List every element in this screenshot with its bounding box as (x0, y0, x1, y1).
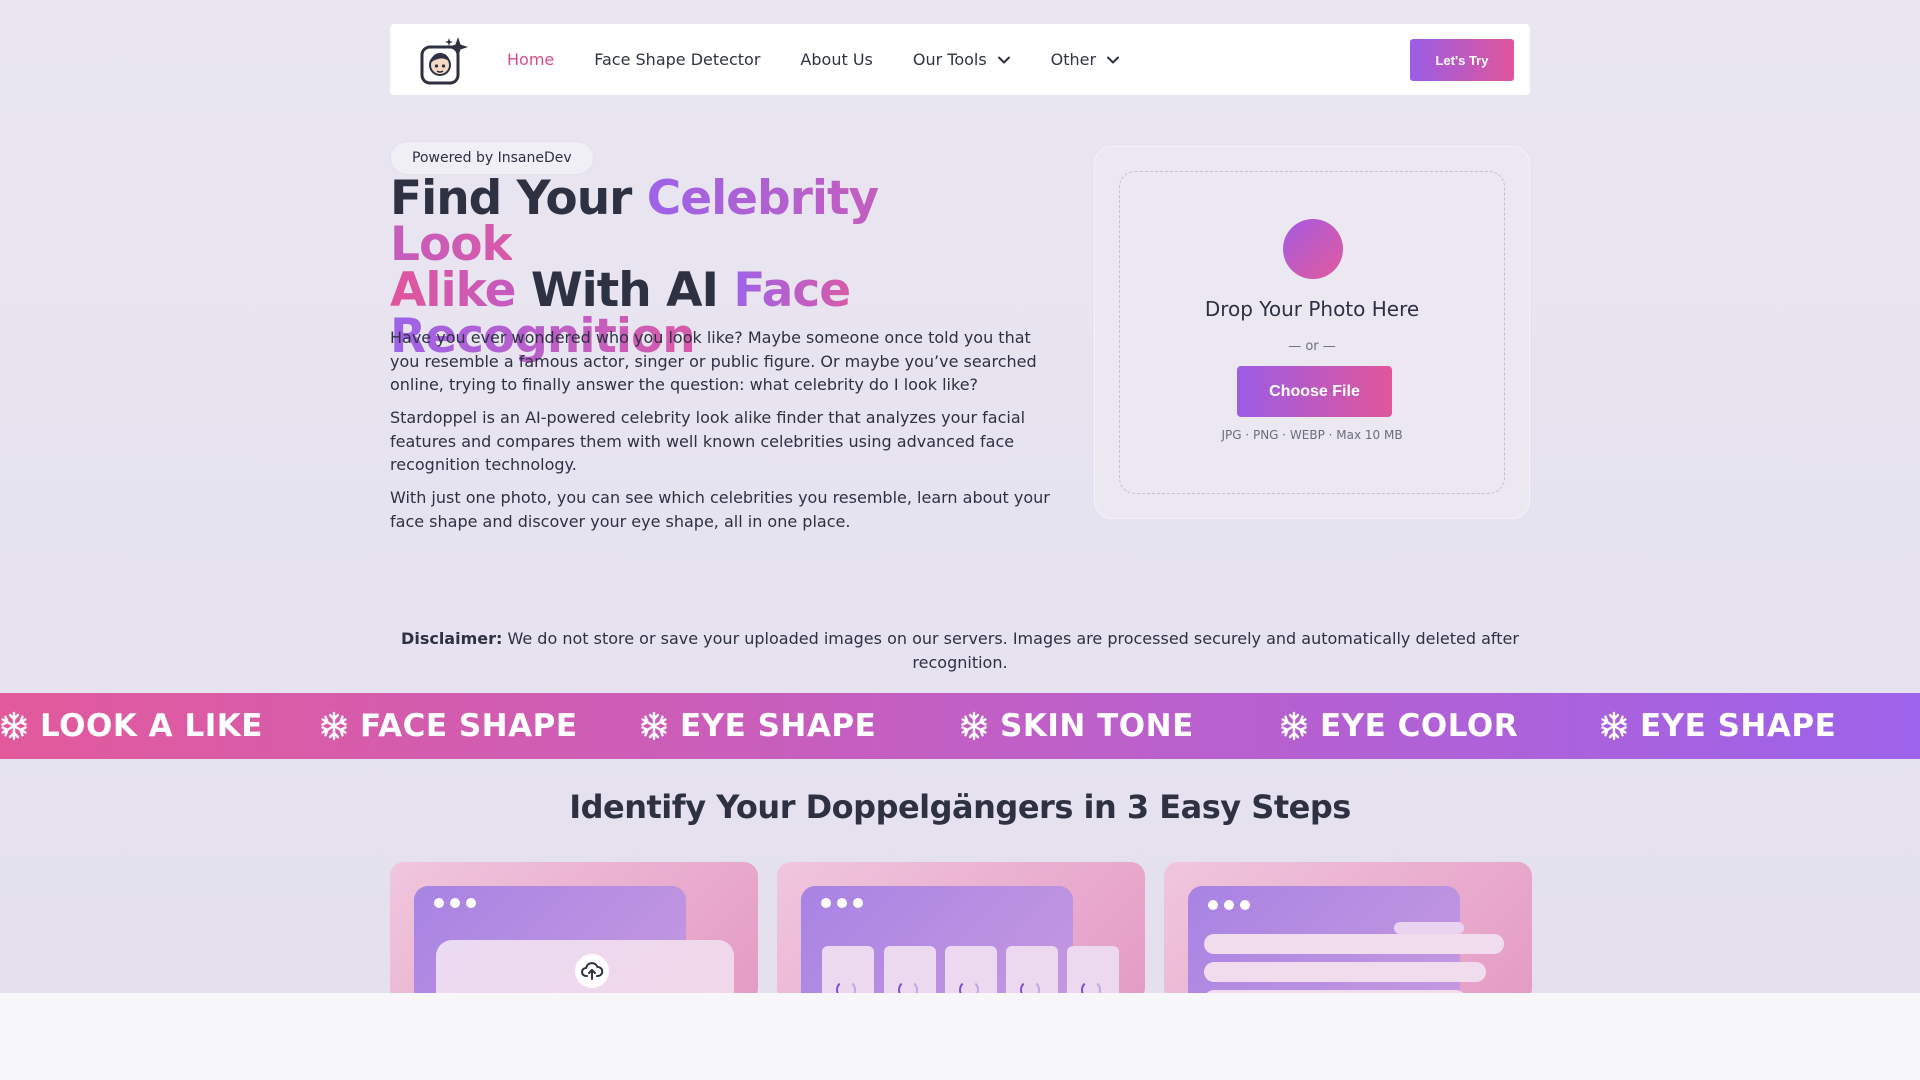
dropzone-title: Drop Your Photo Here (1204, 297, 1420, 321)
choose-file-button[interactable]: Choose File (1237, 366, 1392, 417)
nav-link-label: Our Tools (912, 50, 987, 69)
step-card-upload (390, 862, 758, 993)
dropzone-or-separator: — or — (1288, 339, 1336, 354)
loading-spinner-icon (1020, 980, 1040, 993)
face-sparkle-logo-icon[interactable] (418, 35, 470, 87)
marquee-item: EYE COLOR (1279, 693, 1518, 759)
marquee-item: EYE SHAPE (1599, 693, 1836, 759)
marquee-item: LOOK A LIKE (0, 693, 263, 759)
nav-link-face-shape-detector[interactable]: Face Shape Detector (594, 50, 760, 69)
marquee-label: EYE SHAPE (1640, 708, 1837, 744)
mock-result-column (1067, 946, 1119, 993)
disclaimer-label: Disclaimer: (401, 629, 503, 648)
nav-link-home[interactable]: Home (507, 50, 554, 69)
mock-result-column (884, 946, 936, 993)
chevron-down-icon (997, 56, 1010, 63)
mock-result-column (822, 946, 874, 993)
powered-by-badge: Powered by InsaneDev (390, 141, 594, 175)
nav-link-about-us[interactable]: About Us (800, 50, 872, 69)
chevron-down-icon (1107, 56, 1120, 63)
marquee-label: FACE SHAPE (360, 708, 578, 744)
marquee-label: LOOK A LIKE (40, 708, 263, 744)
page-bottom-area (0, 993, 1920, 1080)
cloud-upload-icon (575, 954, 609, 988)
steps-section-title: Identify Your Doppelgängers in 3 Easy St… (569, 788, 1351, 826)
snowflake-icon (961, 711, 987, 741)
nav-link-other[interactable]: Other (1051, 50, 1120, 69)
upload-card: Drop Your Photo Here — or — Choose File … (1094, 146, 1530, 519)
lets-try-button[interactable]: Let's Try (1410, 39, 1514, 81)
photo-dropzone[interactable]: Drop Your Photo Here — or — Choose File … (1119, 171, 1505, 494)
mock-upload-pane (436, 940, 734, 993)
snowflake-icon (321, 711, 347, 741)
mock-result-column (945, 946, 997, 993)
marquee-item: FACE SHAPE (319, 693, 578, 759)
nav-link-label: Home (507, 50, 555, 69)
nav-link-label: About Us (800, 50, 873, 69)
navbar: Home Face Shape Detector About Us Our To… (390, 24, 1530, 95)
badge-label: Powered by InsaneDev (412, 150, 572, 166)
step-card-analyze (777, 862, 1145, 993)
marquee-item: SKIN TONE (959, 693, 1194, 759)
feature-marquee: LOOK A LIKE FACE SHAPE EYE SHAPE SKIN TO… (0, 693, 1920, 759)
nav-link-our-tools[interactable]: Our Tools (913, 50, 1011, 69)
step-card-results (1164, 862, 1532, 993)
mock-result-bar (1204, 962, 1486, 982)
hero-paragraph: With just one photo, you can see which c… (390, 488, 1050, 531)
window-dots (821, 898, 869, 908)
file-format-hint: JPG · PNG · WEBP · Max 10 MB (1221, 428, 1403, 442)
snowflake-icon (1, 711, 27, 741)
disclaimer-text: We do not store or save your uploaded im… (502, 629, 1519, 672)
window-dots (1208, 900, 1256, 910)
mock-result-column (1006, 946, 1058, 993)
snowflake-icon (1281, 711, 1307, 741)
hero-paragraph: Stardoppel is an AI-powered celebrity lo… (390, 408, 1026, 474)
nav-links: Home Face Shape Detector About Us Our To… (507, 24, 1160, 95)
mock-result-bar (1204, 934, 1504, 954)
hero-title-highlight: Face (733, 263, 851, 318)
mock-header-pill (1394, 922, 1464, 934)
page: Home Face Shape Detector About Us Our To… (0, 0, 1920, 993)
snowflake-icon (1601, 711, 1627, 741)
disclaimer: Disclaimer: We do not store or save your… (390, 627, 1530, 674)
loading-spinner-icon (959, 980, 979, 993)
loading-spinner-icon (836, 980, 856, 993)
snowflake-icon (641, 711, 667, 741)
upload-circle-icon (1283, 219, 1343, 279)
marquee-label: SKIN TONE (1000, 708, 1194, 744)
window-dots (434, 898, 482, 908)
loading-spinner-icon (898, 980, 918, 993)
marquee-label: EYE SHAPE (680, 708, 877, 744)
hero-paragraph: Have you ever wondered who you look like… (390, 328, 1037, 394)
nav-link-label: Face Shape Detector (594, 50, 761, 69)
marquee-item: EYE SHAPE (639, 693, 876, 759)
nav-link-label: Other (1050, 50, 1097, 69)
loading-spinner-icon (1081, 980, 1101, 993)
marquee-label: EYE COLOR (1320, 708, 1519, 744)
